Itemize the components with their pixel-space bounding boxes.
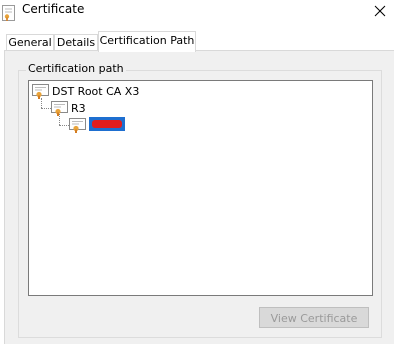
title-bar: Certificate — [0, 0, 394, 26]
tab-general[interactable]: General — [6, 34, 54, 51]
tree-connector — [59, 125, 69, 126]
view-certificate-button[interactable]: View Certificate — [259, 307, 369, 328]
close-button[interactable] — [366, 0, 394, 22]
tree-node-label: R3 — [71, 101, 86, 115]
tree-node-root[interactable]: DST Root CA X3 — [32, 83, 139, 99]
certification-path-label: Certification path — [26, 62, 126, 75]
tab-general-label: General — [8, 36, 52, 49]
window-title: Certificate — [22, 2, 85, 16]
redaction-scribble — [92, 120, 122, 128]
tree-connector — [41, 98, 42, 108]
certificate-icon — [51, 100, 68, 116]
tab-certification-path-label: Certification Path — [99, 34, 195, 47]
tab-certification-path[interactable]: Certification Path — [98, 31, 196, 52]
certificate-icon — [2, 5, 15, 21]
close-icon — [374, 5, 386, 17]
tree-node-label: DST Root CA X3 — [52, 84, 140, 98]
tab-details-label: Details — [56, 36, 96, 49]
view-certificate-label: View Certificate — [270, 312, 358, 325]
tree-node-intermediate[interactable]: R3 — [51, 100, 86, 116]
certificate-icon — [32, 83, 49, 99]
tree-node-leaf[interactable] — [69, 117, 89, 133]
tree-connector — [41, 108, 51, 109]
tab-details[interactable]: Details — [54, 34, 98, 51]
certificate-icon — [69, 117, 86, 133]
